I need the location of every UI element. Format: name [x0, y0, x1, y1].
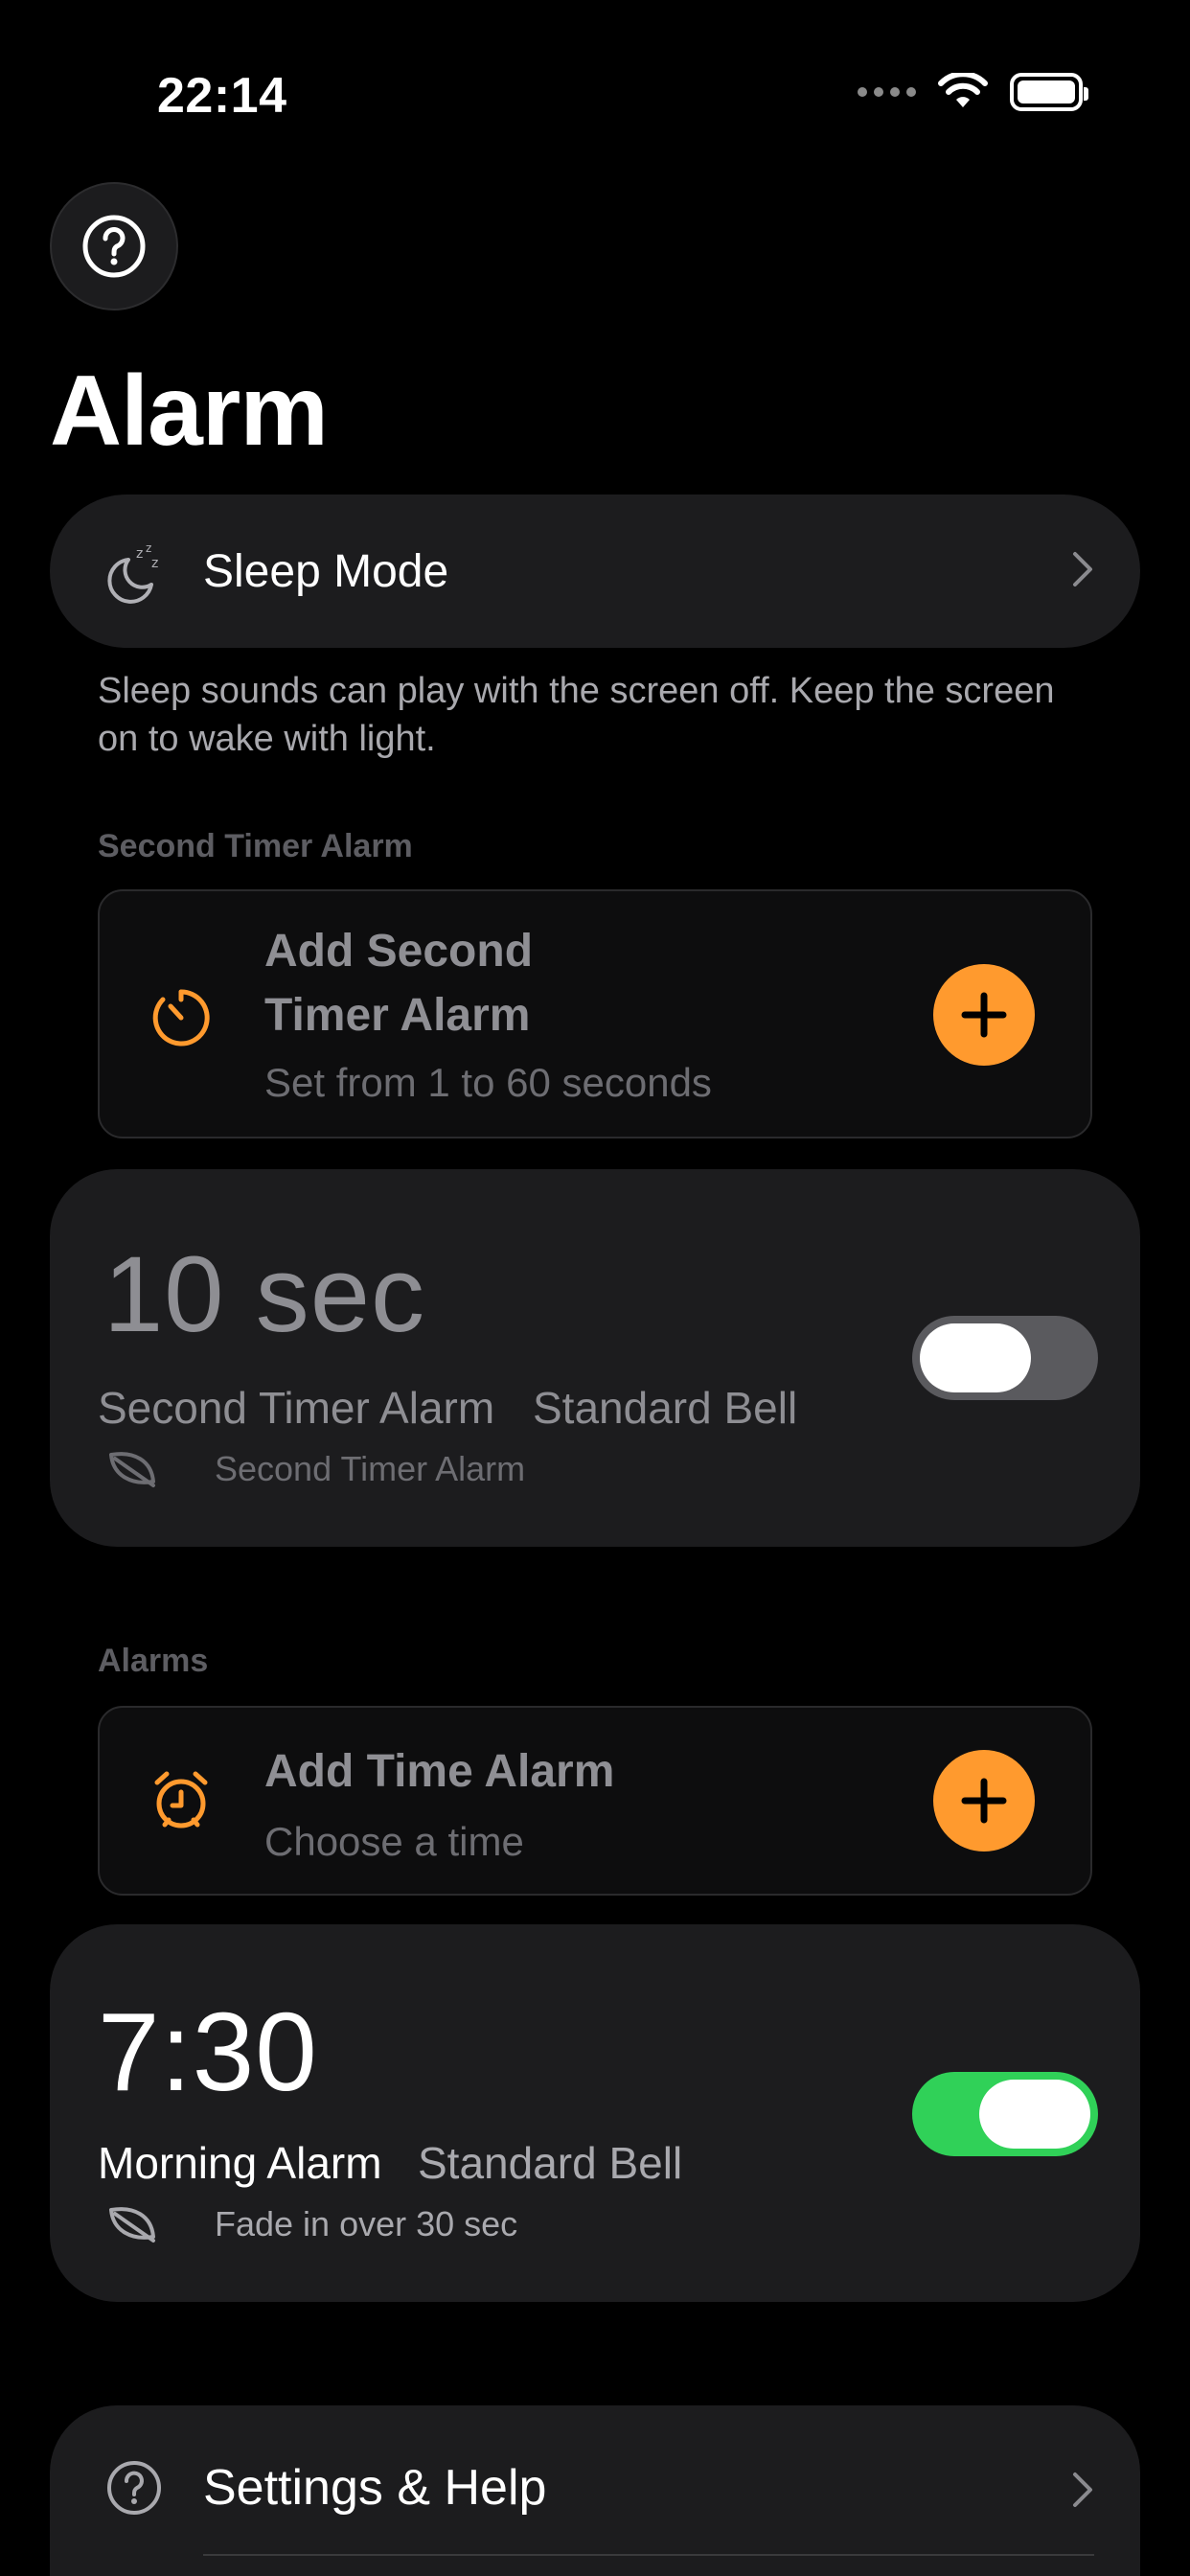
add-second-timer-subtitle: Set from 1 to 60 seconds [264, 1060, 712, 1105]
add-time-alarm-card[interactable]: Add Time Alarm Choose a time [98, 1706, 1092, 1896]
sleep-mode-label: Sleep Mode [203, 545, 449, 597]
question-mark-icon [82, 215, 146, 278]
toggle-knob [979, 2080, 1090, 2149]
alarm-time: 7:30 [98, 1990, 318, 2114]
alarm-toggle[interactable] [912, 2072, 1098, 2156]
alarm-detail: Fade in over 30 sec [215, 2204, 518, 2243]
alarm-time: 10 sec [103, 1234, 425, 1354]
plus-icon [961, 1778, 1007, 1824]
alarm-clock-icon [154, 1771, 208, 1828]
section-label-alarms: Alarms [98, 1643, 209, 1679]
alarm-sound: Standard Bell [533, 1383, 798, 1433]
add-time-alarm-subtitle: Choose a time [264, 1819, 524, 1864]
timer-icon [152, 989, 210, 1046]
alarm-sound: Standard Bell [418, 2138, 683, 2188]
morning-alarm-card[interactable]: 7:30 Morning Alarm Standard Bell Fade in… [50, 1924, 1140, 2302]
question-circle-icon [107, 2461, 161, 2515]
plus-icon [961, 992, 1007, 1038]
wifi-icon [938, 73, 988, 107]
leaf-icon [109, 2207, 155, 2242]
section-label-second-timer: Second Timer Alarm [98, 828, 413, 864]
status-icons [858, 73, 1088, 111]
add-second-timer-title-line1: Add Second [264, 926, 534, 977]
toggle-knob [920, 1323, 1031, 1392]
second-timer-alarm-card[interactable]: 10 sec Second Timer Alarm Standard Bell … [50, 1169, 1140, 1547]
alarm-toggle[interactable] [912, 1316, 1098, 1400]
status-time: 22:14 [157, 68, 287, 124]
add-second-timer-card[interactable]: Add Second Timer Alarm Set from 1 to 60 … [98, 889, 1092, 1138]
svg-text:z: z [146, 541, 151, 555]
settings-help-card[interactable]: Settings & Help [50, 2405, 1140, 2576]
sleep-mode-row[interactable]: z z z Sleep Mode [50, 494, 1140, 648]
add-second-timer-button[interactable] [933, 964, 1035, 1066]
alarm-detail: Second Timer Alarm [215, 1449, 526, 1488]
add-second-timer-title-line2: Timer Alarm [264, 990, 531, 1041]
alarm-screen: 22:14 Alarm z z z Sleep Mode Sleep sound… [0, 0, 1190, 2576]
page-title: Alarm [50, 356, 329, 467]
cellular-signal-icon [858, 87, 916, 97]
help-button[interactable] [50, 182, 178, 310]
svg-text:z: z [151, 556, 158, 571]
moon-sleep-icon: z z z [107, 541, 158, 604]
chevron-right-icon [1073, 552, 1092, 586]
chevron-right-icon [1073, 2472, 1092, 2507]
settings-help-label: Settings & Help [203, 2460, 547, 2516]
sleep-mode-note: Sleep sounds can play with the screen of… [98, 671, 1055, 759]
alarm-name: Morning Alarm [98, 2138, 382, 2188]
add-time-alarm-button[interactable] [933, 1750, 1035, 1852]
add-time-alarm-title: Add Time Alarm [264, 1746, 615, 1797]
alarm-name: Second Timer Alarm [98, 1383, 495, 1433]
divider [203, 2554, 1094, 2556]
battery-icon [1010, 73, 1088, 111]
leaf-icon [109, 1452, 155, 1487]
svg-text:z: z [136, 546, 143, 562]
